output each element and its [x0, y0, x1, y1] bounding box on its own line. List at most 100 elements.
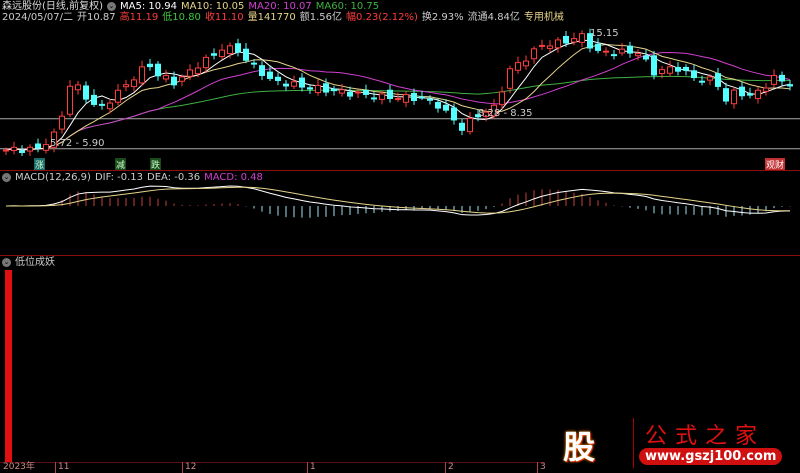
axis-label: 1 [307, 462, 316, 473]
candle [555, 39, 561, 49]
candle [75, 84, 81, 91]
candle [307, 87, 313, 90]
collapse-icon[interactable]: ⌄ [2, 257, 11, 267]
candle [659, 69, 665, 75]
candle [91, 94, 97, 105]
candle [619, 48, 625, 54]
dea-value: DEA: -0.36 [147, 172, 201, 183]
dif-value: DIF: -0.13 [94, 172, 143, 183]
candle [299, 77, 305, 88]
candle [723, 88, 729, 102]
candle [363, 89, 369, 95]
candle [323, 83, 329, 93]
price-chart[interactable]: 15.15 8.28 - 8.35 5.72 - 5.90 [0, 0, 800, 170]
candle [283, 83, 289, 87]
candle [83, 85, 89, 100]
logo: 股 公式之家 www.gszj100.com [555, 418, 800, 468]
candle [147, 63, 153, 68]
candle [747, 93, 753, 96]
axis-label: 3 [537, 462, 546, 473]
candle [171, 76, 177, 86]
candle [3, 149, 9, 152]
axis-line [0, 462, 545, 463]
candle [99, 103, 105, 106]
candle [211, 53, 217, 56]
candle [699, 80, 705, 83]
price-label: 15.15 [590, 28, 619, 39]
candle [315, 84, 321, 94]
collapse-icon[interactable]: ⌄ [2, 172, 11, 182]
candle [595, 43, 601, 51]
indicator-title: 低位成妖 [15, 257, 55, 268]
macd-value: MACD: 0.48 [204, 172, 263, 183]
candle [787, 84, 793, 87]
candle [115, 89, 121, 103]
candle [435, 102, 441, 109]
candle [635, 53, 641, 57]
candle [515, 62, 521, 71]
candle [579, 33, 585, 43]
candle [27, 146, 33, 152]
candle [603, 50, 609, 53]
candle [355, 91, 361, 94]
logo-divider [633, 418, 634, 468]
candle [179, 76, 185, 82]
logo-text: 公式之家 [645, 424, 766, 449]
candle [507, 68, 513, 89]
candle [571, 38, 577, 43]
candle [563, 35, 569, 44]
candle [35, 143, 41, 149]
candle [779, 74, 785, 82]
panel-divider [0, 255, 800, 256]
candle [419, 96, 425, 99]
candle [219, 49, 225, 58]
candle [195, 67, 201, 75]
axis-label: 2023年 [3, 462, 35, 472]
candle [539, 44, 545, 47]
candle [123, 84, 129, 88]
logo-url: www.gszj100.com [639, 448, 783, 465]
candle [139, 66, 145, 84]
candle [155, 63, 161, 77]
candle [499, 91, 505, 106]
candle [411, 92, 417, 101]
candle [651, 55, 657, 76]
candle [19, 150, 25, 153]
candle [763, 87, 769, 92]
candle [643, 55, 649, 60]
price-label: 5.72 - 5.90 [50, 138, 105, 149]
candle [163, 75, 169, 80]
candle [627, 45, 633, 54]
candle [235, 43, 241, 53]
panel-divider [0, 170, 800, 171]
candle [731, 89, 737, 105]
candle [531, 48, 537, 60]
candle [203, 56, 209, 69]
candle [371, 97, 377, 100]
candle [523, 60, 529, 67]
candle [275, 76, 281, 81]
candle [707, 76, 713, 81]
candle [771, 75, 777, 85]
ma60-line [5, 75, 791, 151]
candle [107, 102, 113, 110]
candle [451, 107, 457, 121]
candle [739, 86, 745, 97]
candle [427, 98, 433, 101]
candle [267, 71, 273, 79]
candle [403, 94, 409, 103]
candle [347, 91, 353, 97]
macd-chart[interactable] [0, 184, 800, 254]
candle [67, 85, 73, 115]
axis-label: 11 [55, 462, 69, 473]
candle [395, 98, 401, 101]
macd-title: MACD(12,26,9) [15, 172, 91, 183]
candle [755, 89, 761, 100]
candle [243, 48, 249, 61]
logo-char: 股 [563, 428, 596, 466]
candle [339, 89, 345, 94]
candle [675, 66, 681, 72]
candle [227, 45, 233, 54]
candle [691, 70, 697, 79]
candle [387, 89, 393, 100]
